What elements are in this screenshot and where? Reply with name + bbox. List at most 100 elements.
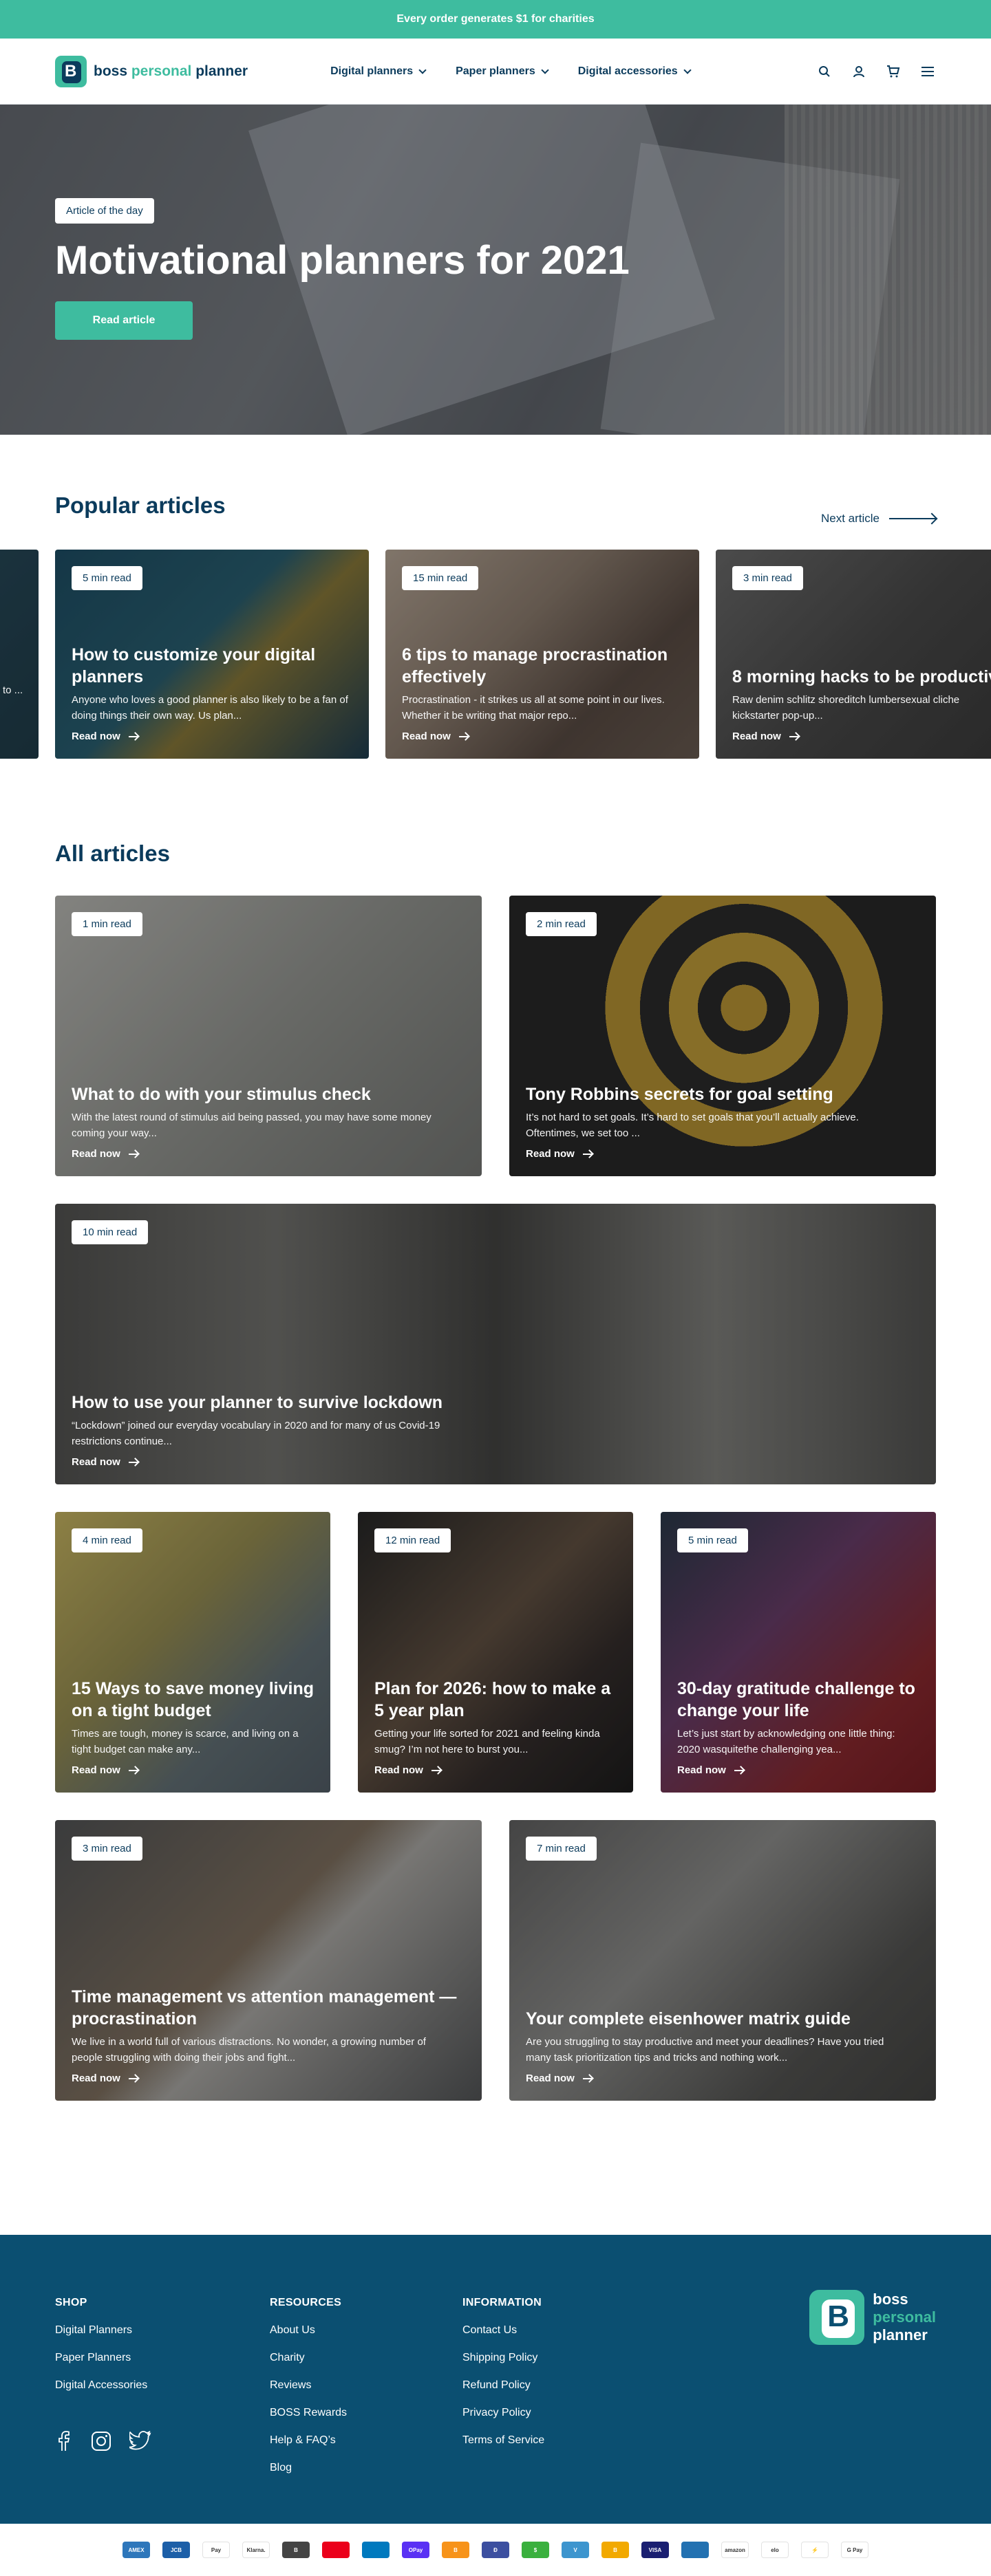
nav-paper-planners[interactable]: Paper planners bbox=[456, 65, 549, 78]
footer-link[interactable]: Refund Policy bbox=[462, 2379, 544, 2392]
cart-icon[interactable] bbox=[885, 63, 902, 80]
read-now-link[interactable]: Read now bbox=[402, 730, 683, 742]
payment-icon: VISA bbox=[641, 2542, 669, 2558]
article-card[interactable]: 15 min read 6 tips to manage procrastina… bbox=[385, 550, 699, 759]
arrow-right-icon bbox=[431, 1769, 441, 1771]
nav-digital-planners[interactable]: Digital planners bbox=[330, 65, 427, 78]
footer-link[interactable]: Digital Accessories bbox=[55, 2379, 147, 2392]
payment-icon: V bbox=[562, 2542, 589, 2558]
payment-icon: B bbox=[601, 2542, 629, 2558]
footer-link[interactable]: Reviews bbox=[270, 2379, 347, 2392]
footer-link[interactable]: About Us bbox=[270, 2324, 347, 2337]
announcement-bar: Every order generates $1 for charities bbox=[0, 0, 991, 39]
footer-link[interactable]: Contact Us bbox=[462, 2324, 544, 2337]
read-now-link[interactable]: Read now bbox=[526, 2072, 919, 2084]
payment-icon: $ bbox=[522, 2542, 549, 2558]
read-time-badge: 3 min read bbox=[72, 1837, 142, 1861]
twitter-icon[interactable] bbox=[128, 2430, 151, 2455]
read-time-badge: 5 min read bbox=[72, 566, 142, 590]
arrow-right-icon bbox=[582, 2077, 593, 2079]
instagram-icon[interactable] bbox=[91, 2431, 111, 2455]
payment-icon: Ð bbox=[482, 2542, 509, 2558]
read-now-link[interactable]: Read now bbox=[526, 1148, 919, 1160]
read-time-badge: 1 min read bbox=[72, 912, 142, 936]
article-excerpt: “Lockdown” joined our everyday vocabular… bbox=[72, 1420, 440, 1447]
article-title: How to customize your digital planners bbox=[72, 645, 316, 686]
payment-icon: B bbox=[282, 2542, 310, 2558]
article-title: Tony Robbins secrets for goal setting bbox=[526, 1085, 833, 1104]
read-now-link[interactable]: Read now bbox=[72, 1764, 314, 1776]
site-header: boss personal planner Digital planners P… bbox=[0, 39, 991, 105]
arrow-right-icon bbox=[128, 1153, 138, 1155]
payment-icon: elo bbox=[761, 2542, 789, 2558]
payment-icon bbox=[681, 2542, 709, 2558]
footer-link[interactable]: Blog bbox=[270, 2462, 347, 2474]
read-now-link[interactable]: Read now bbox=[732, 730, 991, 742]
payment-icon: Pay bbox=[202, 2542, 230, 2558]
read-time-badge: 7 min read bbox=[526, 1837, 597, 1861]
popular-articles-title: Popular articles bbox=[55, 493, 226, 518]
article-card[interactable]: 5 min read 30-day gratitude challenge to… bbox=[661, 1512, 936, 1793]
next-article-button[interactable]: Next article bbox=[821, 512, 936, 526]
search-icon[interactable] bbox=[816, 63, 833, 80]
article-card[interactable]: 5 min read How to customize your digital… bbox=[55, 550, 369, 759]
logo-icon bbox=[809, 2290, 865, 2345]
read-time-badge: 3 min read bbox=[732, 566, 803, 590]
article-card[interactable]: 3 min read 8 morning hacks to be product… bbox=[716, 550, 991, 759]
hero-banner: Article of the day Motivational planners… bbox=[0, 105, 991, 435]
site-footer: SHOP Digital Planners Paper Planners Dig… bbox=[0, 2235, 991, 2524]
footer-link[interactable]: BOSS Rewards bbox=[270, 2407, 347, 2419]
article-title: Your complete eisenhower matrix guide bbox=[526, 2009, 851, 2028]
logo[interactable]: boss personal planner bbox=[55, 56, 248, 87]
footer-information: INFORMATION Contact Us Shipping Policy R… bbox=[462, 2297, 545, 2447]
nav-digital-accessories[interactable]: Digital accessories bbox=[578, 65, 692, 78]
read-article-button[interactable]: Read article bbox=[55, 301, 193, 340]
article-excerpt: Getting your life sorted for 2021 and fe… bbox=[374, 1728, 600, 1755]
arrow-right-icon bbox=[734, 1769, 744, 1771]
article-card[interactable]: 7 min read Your complete eisenhower matr… bbox=[509, 1820, 936, 2101]
read-now-link[interactable]: Read now bbox=[677, 1764, 919, 1776]
main-nav: Digital planners Paper planners Digital … bbox=[330, 65, 692, 78]
arrow-right-icon bbox=[128, 2077, 138, 2079]
article-card[interactable]: to ... bbox=[0, 550, 39, 759]
read-time-badge: 12 min read bbox=[374, 1528, 451, 1552]
read-time-badge: 15 min read bbox=[402, 566, 479, 590]
hero-title: Motivational planners for 2021 bbox=[55, 238, 630, 283]
article-card[interactable]: 1 min read What to do with your stimulus… bbox=[55, 896, 482, 1176]
footer-link[interactable]: Terms of Service bbox=[462, 2434, 544, 2447]
article-card[interactable]: 2 min read Tony Robbins secrets for goal… bbox=[509, 896, 936, 1176]
article-card[interactable]: 12 min read Plan for 2026: how to make a… bbox=[358, 1512, 633, 1793]
all-articles-title: All articles bbox=[55, 841, 170, 866]
article-card[interactable]: 3 min read Time management vs attention … bbox=[55, 1820, 482, 2101]
footer-link[interactable]: Privacy Policy bbox=[462, 2407, 544, 2419]
read-now-link[interactable]: Read now bbox=[374, 1764, 617, 1776]
facebook-icon[interactable] bbox=[55, 2431, 73, 2455]
footer-resources: RESOURCES About Us Charity Reviews BOSS … bbox=[270, 2297, 348, 2474]
user-icon[interactable] bbox=[851, 63, 867, 80]
menu-icon[interactable] bbox=[919, 63, 936, 80]
read-time-badge: 5 min read bbox=[677, 1528, 748, 1552]
article-excerpt: Procrastination - it strikes us all at s… bbox=[402, 694, 665, 722]
article-title: Time management vs attention management … bbox=[72, 1987, 457, 2028]
read-now-link[interactable]: Read now bbox=[72, 2072, 465, 2084]
read-now-link[interactable]: Read now bbox=[72, 1148, 465, 1160]
article-card[interactable]: 10 min read How to use your planner to s… bbox=[55, 1204, 936, 1484]
read-time-badge: 10 min read bbox=[72, 1220, 149, 1244]
all-articles-section: All articles 1 min read What to do with … bbox=[0, 841, 991, 2103]
popular-carousel: to ... 5 min read How to customize your … bbox=[0, 550, 991, 759]
read-now-link[interactable]: Read now bbox=[72, 730, 352, 742]
footer-link[interactable]: Digital Planners bbox=[55, 2324, 147, 2337]
footer-link[interactable]: Paper Planners bbox=[55, 2352, 147, 2364]
footer-link[interactable]: Shipping Policy bbox=[462, 2352, 544, 2364]
article-title: 15 Ways to save money living on a tight … bbox=[72, 1679, 314, 1720]
article-card[interactable]: 4 min read 15 Ways to save money living … bbox=[55, 1512, 330, 1793]
footer-link[interactable]: Charity bbox=[270, 2352, 347, 2364]
article-title: 6 tips to manage procrastination effecti… bbox=[402, 645, 668, 686]
read-now-link[interactable]: Read now bbox=[72, 1456, 919, 1468]
payment-icon: OPay bbox=[402, 2542, 429, 2558]
arrow-right-icon bbox=[789, 735, 799, 737]
footer-logo[interactable]: bosspersonalplanner bbox=[809, 2290, 936, 2345]
footer-link[interactable]: Help & FAQ’s bbox=[270, 2434, 347, 2447]
article-title: What to do with your stimulus check bbox=[72, 1085, 371, 1104]
read-time-badge: 2 min read bbox=[526, 912, 597, 936]
